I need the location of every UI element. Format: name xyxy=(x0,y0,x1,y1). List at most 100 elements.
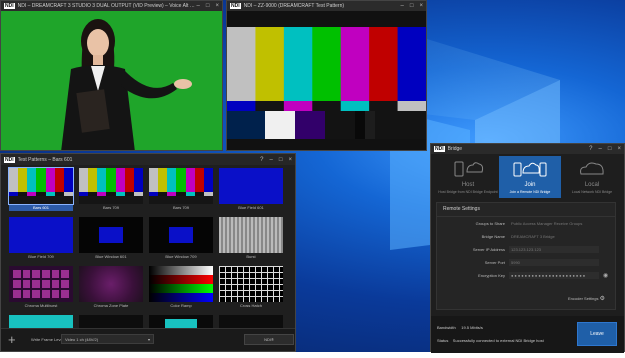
title-bar[interactable]: NDI NDI – ZZ-9000 (DREAMCRAFT Test Patte… xyxy=(227,1,426,11)
title-bar[interactable]: NDI NDI – DREAMCRAFT 3 STUDIO 3 DUAL OUT… xyxy=(1,1,222,11)
ndi-bridge-window[interactable]: NDI Bridge ? – □ × Host Host Bridge from… xyxy=(430,143,625,353)
pattern-label: Color Ramp xyxy=(170,303,192,308)
pattern-thumbnail xyxy=(149,217,213,253)
pattern-thumbnail xyxy=(149,168,213,204)
pattern-label: Chroma Multiburst xyxy=(24,303,58,308)
encryption-key-input[interactable]: ●●●●●●●●●●●●●●●●●●●●●● xyxy=(509,272,599,279)
pattern-label: Bars 709 xyxy=(172,205,189,210)
close-button[interactable]: × xyxy=(215,3,219,9)
mode-sub: Local Network NDI Bridge xyxy=(571,190,613,194)
panel-heading: Remote Settings xyxy=(437,203,615,217)
encoder-settings-link[interactable]: Encoder Settings ⚙ xyxy=(568,295,605,302)
encoder-settings-label: Encoder Settings xyxy=(568,296,599,301)
mode-tabs: Host Host Bridge from NDI Bridge Endpoin… xyxy=(437,156,625,198)
join-devices-icon xyxy=(513,162,547,177)
pattern-thumbnail xyxy=(79,217,143,253)
pattern-tile[interactable]: Blue Field 709 xyxy=(9,217,73,260)
minimize-button[interactable]: – xyxy=(197,3,200,9)
pattern-tile[interactable]: Cross Hatch xyxy=(219,266,283,309)
help-button[interactable]: ? xyxy=(589,146,592,152)
pattern-tile[interactable]: Bars 709 xyxy=(149,168,213,211)
window-title: Test Patterns – Bars 601 xyxy=(17,156,73,163)
pluge-bar xyxy=(325,111,355,139)
bottom-bar: + Write Frame Level Video 1 ch (48V/2) ▾… xyxy=(1,328,295,351)
pattern-thumbnail xyxy=(79,168,143,204)
field-server-port: Server Port 5990 xyxy=(437,258,617,267)
ndi-video-monitor-window[interactable]: NDI NDI – DREAMCRAFT 3 STUDIO 3 DUAL OUT… xyxy=(0,0,223,151)
field-label: Server Port xyxy=(484,260,505,265)
maximize-button[interactable]: □ xyxy=(279,157,283,163)
ndi-test-pattern-monitor-window[interactable]: NDI NDI – ZZ-9000 (DREAMCRAFT Test Patte… xyxy=(226,0,427,151)
ndi-logo-icon: NDI xyxy=(4,156,15,163)
castellation-bar xyxy=(369,101,399,111)
color-bar xyxy=(283,27,313,101)
pluge-bar xyxy=(355,111,365,139)
maximize-button[interactable]: □ xyxy=(608,146,612,152)
groups-field[interactable]: Public Access Manager Receive Groups xyxy=(509,220,599,227)
title-bar[interactable]: NDI Bridge ? – □ × xyxy=(431,144,624,154)
eye-icon[interactable]: ◉ xyxy=(603,272,608,279)
pattern-tile[interactable]: Bars 601 xyxy=(8,167,74,211)
close-button[interactable]: × xyxy=(419,3,423,9)
ndi-output-button[interactable]: NDI® xyxy=(244,334,294,345)
close-button[interactable]: × xyxy=(617,146,621,152)
status-area: Bandwidth 19.5 Mbits/s Status Successful… xyxy=(431,316,624,353)
field-label: Server IP Address xyxy=(472,247,505,252)
close-button[interactable]: × xyxy=(288,157,292,163)
help-button[interactable]: ? xyxy=(260,157,263,163)
pattern-tile[interactable]: Color Ramp xyxy=(149,266,213,309)
pluge-bar xyxy=(295,111,325,139)
pattern-tile[interactable]: Chroma Multiburst xyxy=(9,266,73,309)
pattern-tile[interactable]: Bars 709 xyxy=(79,168,143,211)
add-icon[interactable]: + xyxy=(8,332,16,348)
color-bars-frame xyxy=(227,27,427,139)
server-ip-input[interactable]: 123.123.123.123 xyxy=(509,246,599,253)
pattern-tile[interactable]: Blue Window 601 xyxy=(79,217,143,260)
color-bar xyxy=(312,27,342,101)
chevron-down-icon: ▾ xyxy=(147,337,150,342)
field-label: Bridge Name xyxy=(481,234,505,239)
bridge-name-field[interactable]: DREAMCRAFT 3 Bridge xyxy=(509,233,599,240)
maximize-button[interactable]: □ xyxy=(206,3,210,9)
pattern-tile[interactable]: Blue Field 601 xyxy=(219,168,283,211)
minimize-button[interactable]: – xyxy=(270,157,273,163)
mode-local-tab[interactable]: Local Local Network NDI Bridge xyxy=(561,156,623,198)
status-row: Status Successfully connected to externa… xyxy=(437,338,544,343)
frame-rate-select[interactable]: Video 1 ch (48V/2) ▾ xyxy=(61,334,154,344)
field-encryption-key: Encryption Key ●●●●●●●●●●●●●●●●●●●●●● ◉ xyxy=(437,271,617,280)
mode-join-tab[interactable]: Join Join a Remote NDI Bridge xyxy=(499,156,561,198)
castellation-bar xyxy=(227,101,256,111)
pattern-label: Burst xyxy=(246,254,256,259)
pattern-tile[interactable]: Chroma Zone Plate xyxy=(79,266,143,309)
maximize-button[interactable]: □ xyxy=(410,3,414,9)
test-patterns-window[interactable]: NDI Test Patterns – Bars 601 ? – □ × Bar… xyxy=(0,153,296,352)
window-title: Bridge xyxy=(447,146,463,152)
pattern-label: Blue Window 601 xyxy=(95,254,127,259)
bandwidth-label: Bandwidth xyxy=(437,325,456,330)
pattern-label: Blue Field 709 xyxy=(28,254,54,259)
frame-rate-value: Video 1 ch (48V/2) xyxy=(65,337,99,342)
mode-sub: Join a Remote NDI Bridge xyxy=(509,190,551,194)
pattern-thumbnail xyxy=(219,168,283,204)
pattern-thumbnail xyxy=(9,217,73,253)
castellation-bar xyxy=(340,101,370,111)
video-feed xyxy=(227,11,427,150)
pattern-tile[interactable]: Burst xyxy=(219,217,283,260)
leave-button[interactable]: Leave xyxy=(577,322,617,346)
color-bar xyxy=(255,27,285,101)
color-bar xyxy=(340,27,370,101)
pattern-thumbnail xyxy=(149,266,213,302)
pluge-bar xyxy=(365,111,375,139)
pattern-thumbnail xyxy=(219,217,283,253)
title-bar[interactable]: NDI Test Patterns – Bars 601 ? – □ × xyxy=(1,154,295,165)
pattern-tile[interactable]: Blue Window 709 xyxy=(149,217,213,260)
castellation-bar xyxy=(397,101,427,111)
mode-host-tab[interactable]: Host Host Bridge from NDI Bridge Endpoin… xyxy=(437,156,499,198)
server-port-input[interactable]: 5990 xyxy=(509,259,599,266)
minimize-button[interactable]: – xyxy=(599,146,602,152)
mode-label: Join xyxy=(524,182,536,188)
color-bar xyxy=(369,27,399,101)
minimize-button[interactable]: – xyxy=(401,3,404,9)
ndi-logo-icon: NDI xyxy=(230,3,241,9)
pattern-label xyxy=(219,351,283,358)
